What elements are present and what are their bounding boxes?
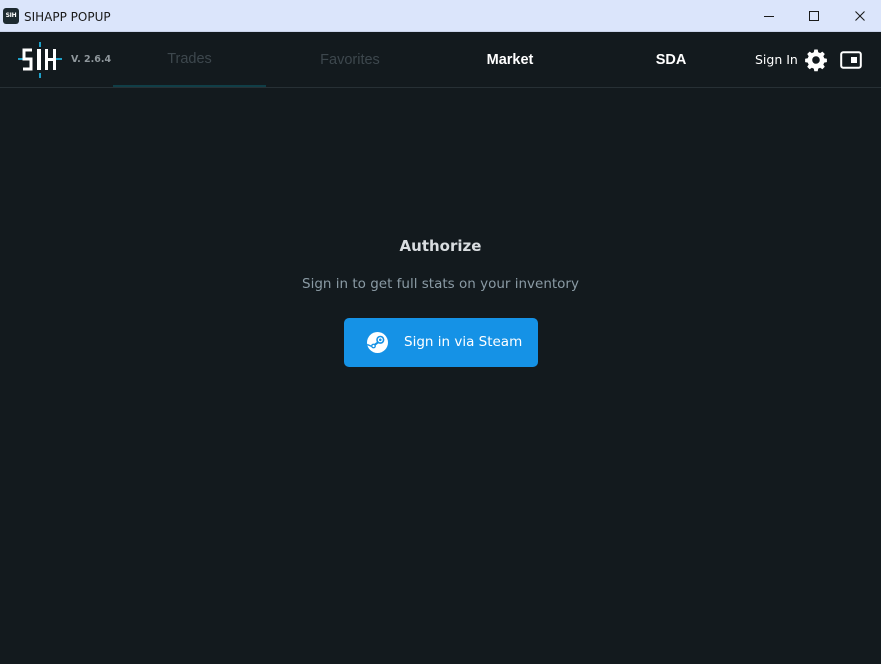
maximize-icon: [809, 11, 819, 21]
close-button[interactable]: [837, 0, 881, 32]
tab-sda[interactable]: SDA: [590, 32, 752, 87]
picture-in-picture-icon[interactable]: [840, 51, 862, 69]
app-header: V. 2.6.4 Trades Favorites Market SDA Sig…: [0, 32, 881, 88]
maximize-button[interactable]: [791, 0, 837, 32]
authorize-subtitle: Sign in to get full stats on your invent…: [302, 276, 579, 292]
tab-market[interactable]: Market: [430, 32, 590, 87]
sign-in-steam-button[interactable]: Sign in via Steam: [344, 318, 538, 367]
app-icon: SIH: [3, 8, 19, 24]
app-version: V. 2.6.4: [71, 54, 112, 65]
minimize-icon: [764, 16, 774, 17]
minimize-button[interactable]: [746, 0, 792, 32]
sign-in-link[interactable]: Sign In: [755, 52, 798, 68]
steam-icon: [367, 332, 388, 353]
sign-in-steam-label: Sign in via Steam: [404, 334, 523, 350]
gear-icon[interactable]: [804, 48, 828, 72]
tab-trades[interactable]: Trades: [113, 32, 266, 87]
tab-favorites[interactable]: Favorites: [270, 32, 430, 87]
main-content: Authorize Sign in to get full stats on y…: [0, 88, 881, 664]
window-titlebar[interactable]: SIH SIHAPP POPUP: [0, 0, 881, 32]
sih-logo[interactable]: [18, 42, 62, 78]
window-title: SIHAPP POPUP: [24, 10, 111, 24]
close-icon: [855, 11, 865, 21]
authorize-title: Authorize: [399, 237, 482, 255]
